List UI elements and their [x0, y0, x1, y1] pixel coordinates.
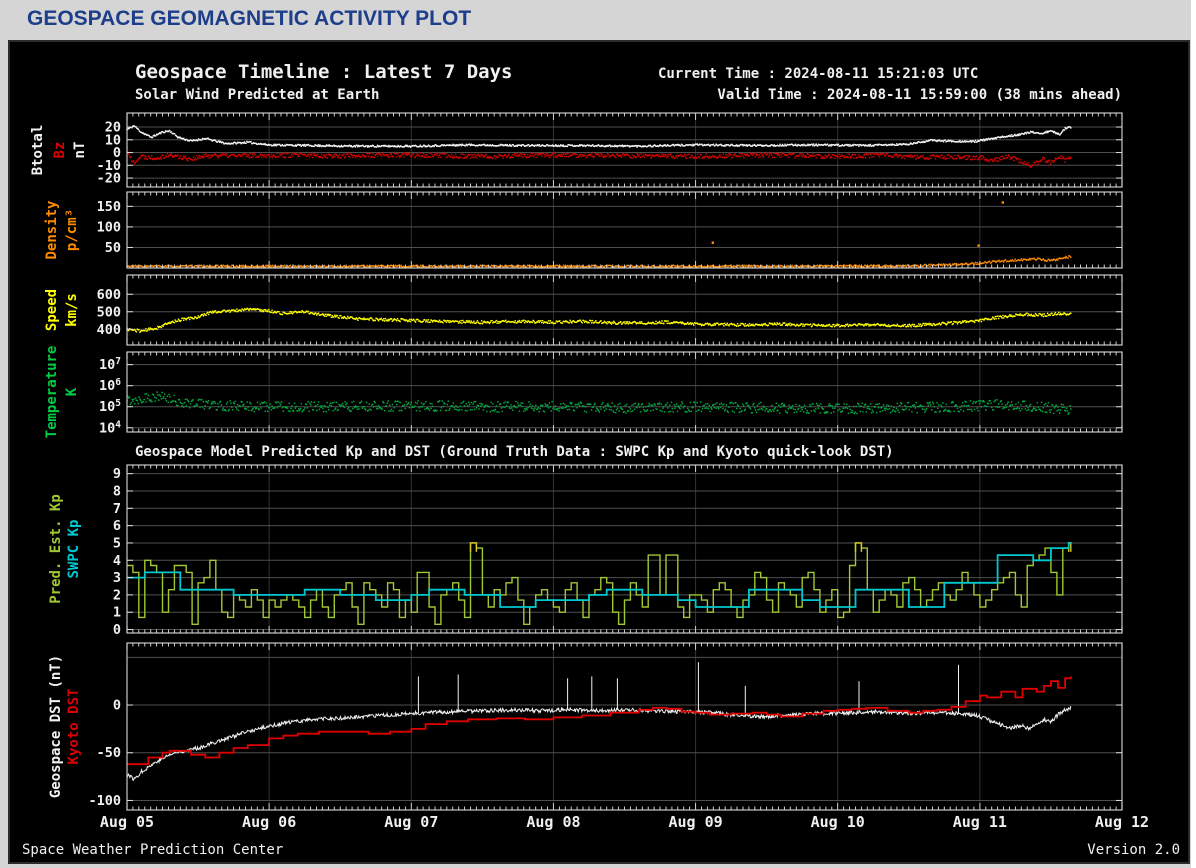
svg-text:0: 0 [113, 698, 121, 714]
x-axis-day-label: Aug 09 [668, 813, 722, 831]
x-axis-day-label: Aug 08 [526, 813, 580, 831]
svg-text:105: 105 [99, 398, 121, 415]
svg-text:150: 150 [97, 199, 121, 215]
svg-text:Geospace DST (nT): Geospace DST (nT) [48, 655, 64, 798]
svg-text:Btotal: Btotal [30, 125, 46, 176]
svg-text:SWPC Kp: SWPC Kp [66, 519, 82, 578]
panel-speed: 600500 400 Speed km/s [44, 274, 1123, 346]
panel-density: 150 100 50 Density p/cm³ [44, 191, 1123, 269]
svg-text:5: 5 [113, 535, 121, 551]
x-axis-day-label: Aug 05 [100, 813, 154, 831]
svg-text:K: K [64, 387, 80, 396]
svg-text:104: 104 [99, 419, 121, 436]
svg-text:400: 400 [97, 322, 121, 338]
timeline-chart: 20100-10-20Btotal Bz nT15010050Density p/cm… [30, 112, 1149, 831]
svg-text:107: 107 [99, 356, 121, 373]
svg-text:9: 9 [113, 466, 121, 482]
page-title: GEOSPACE GEOMAGNETIC ACTIVITY PLOT [27, 7, 472, 30]
svg-text:106: 106 [99, 377, 121, 394]
panel-temperature: 107 106 105 104 Temperature K [44, 346, 1123, 439]
svg-text:Kyoto DST: Kyoto DST [66, 689, 82, 765]
svg-text:-50: -50 [97, 745, 121, 761]
x-axis-day-label: Aug 12 [1095, 813, 1149, 831]
svg-text:Temperature: Temperature [44, 346, 60, 439]
svg-text:Speed: Speed [44, 289, 60, 331]
svg-text:-20: -20 [97, 171, 121, 187]
svg-text:7: 7 [113, 501, 121, 517]
svg-text:50: 50 [105, 240, 121, 256]
x-axis-day-label: Aug 11 [953, 813, 1007, 831]
svg-text:-100: -100 [88, 793, 121, 809]
svg-text:Bz: Bz [52, 142, 68, 159]
svg-text:3: 3 [113, 570, 121, 586]
svg-text:600: 600 [97, 287, 121, 303]
panel-kp: 98 765 432 10 Pred. Est. Kp SWPC Kp [48, 464, 1123, 638]
x-axis-day-label: Aug 10 [811, 813, 865, 831]
plot-panel: Geospace Timeline : Latest 7 Days Curren… [8, 40, 1190, 864]
panel-dst: 0 -50 -100 Geospace DST (nT) Kyoto DST [48, 642, 1123, 811]
x-axis-day-label: Aug 07 [384, 813, 438, 831]
svg-text:km/s: km/s [64, 293, 80, 327]
svg-text:4: 4 [113, 553, 121, 569]
svg-text:6: 6 [113, 518, 121, 534]
svg-text:p/cm³: p/cm³ [64, 209, 80, 251]
x-axis-day-label: Aug 06 [242, 813, 296, 831]
svg-text:100: 100 [97, 219, 121, 235]
panel-bfield: 20100-10-20Btotal Bz nT [30, 112, 1123, 188]
footer-version: Version 2.0 [1087, 842, 1180, 858]
svg-text:2: 2 [113, 587, 121, 603]
svg-text:0: 0 [113, 622, 121, 638]
footer-source: Space Weather Prediction Center [22, 842, 284, 858]
svg-text:nT: nT [72, 142, 88, 159]
svg-text:1: 1 [113, 605, 121, 621]
svg-text:8: 8 [113, 483, 121, 499]
svg-text:Pred. Est. Kp: Pred. Est. Kp [48, 494, 64, 604]
svg-text:Density: Density [44, 200, 60, 260]
svg-text:500: 500 [97, 304, 121, 320]
